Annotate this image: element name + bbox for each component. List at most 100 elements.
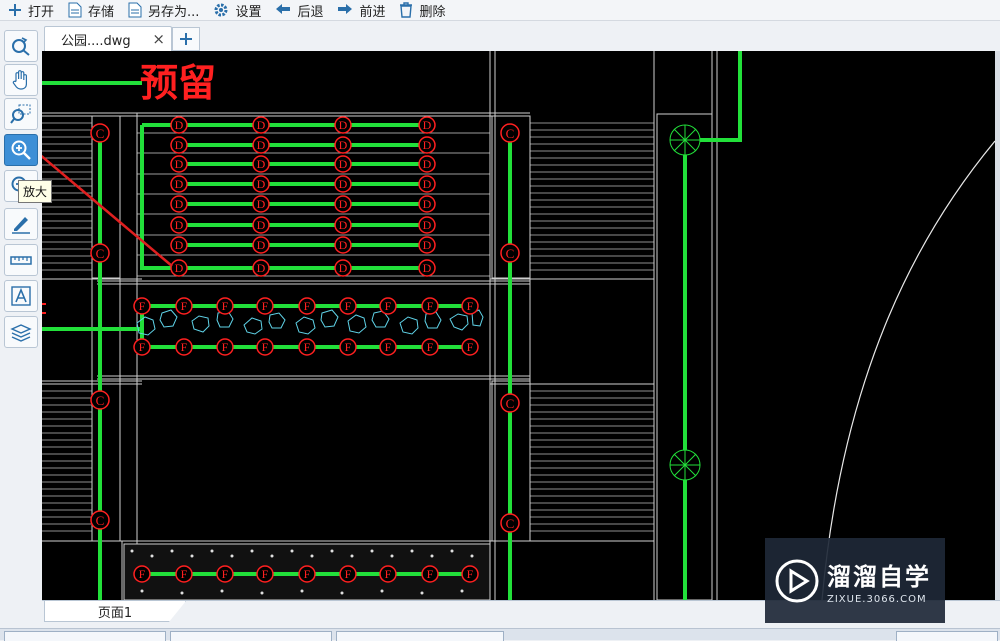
svg-text:D: D <box>339 218 348 232</box>
d-symbols: D D D DD D D DD D D DD D D DD D D DD D D DD D D DD D D D <box>170 116 436 277</box>
f-symbol: F <box>421 297 439 315</box>
save-as-button[interactable]: 另存为... <box>120 0 205 20</box>
zoom-previous-button[interactable] <box>4 30 38 62</box>
tab-page-1[interactable]: 页面1 <box>44 601 186 622</box>
svg-text:F: F <box>139 567 146 581</box>
d-symbol: D <box>334 116 352 134</box>
f-symbol: F <box>175 565 193 583</box>
layers-icon <box>10 324 32 342</box>
svg-text:D: D <box>339 238 348 252</box>
f-symbol: F <box>256 297 274 315</box>
d-symbol: D <box>334 175 352 193</box>
forward-button[interactable]: 前进 <box>329 0 391 20</box>
d-symbol: D <box>418 175 436 193</box>
delete-label: 删除 <box>419 4 446 20</box>
svg-text:F: F <box>139 299 146 313</box>
document-tab-bar: 公园....dwg × <box>42 24 1000 51</box>
taskbar-item[interactable] <box>336 631 504 641</box>
canvas-scroll-edge[interactable] <box>995 51 1000 600</box>
svg-text:F: F <box>262 340 269 354</box>
d-symbol: D <box>334 236 352 254</box>
d-symbol: D <box>334 216 352 234</box>
f-symbol: F <box>461 338 479 356</box>
zoom-in-button[interactable] <box>4 134 38 166</box>
d-symbol: D <box>418 259 436 277</box>
svg-text:D: D <box>423 157 432 171</box>
delete-button[interactable]: 删除 <box>391 0 451 20</box>
svg-text:F: F <box>304 340 311 354</box>
f-symbol: F <box>133 565 151 583</box>
back-button[interactable]: 后退 <box>267 0 329 20</box>
watermark-title: 溜溜自学 <box>827 562 931 591</box>
f-symbol: F <box>133 338 151 356</box>
close-tab-icon[interactable]: × <box>152 30 165 48</box>
save-button[interactable]: 存储 <box>60 0 120 20</box>
d-symbol: D <box>252 175 270 193</box>
svg-text:D: D <box>175 118 184 132</box>
zoom-in-icon <box>11 140 31 160</box>
svg-text:F: F <box>385 299 392 313</box>
svg-text:D: D <box>175 157 184 171</box>
taskbar-item[interactable] <box>170 631 332 641</box>
svg-text:D: D <box>423 177 432 191</box>
svg-text:D: D <box>339 261 348 275</box>
play-logo-icon <box>775 559 819 602</box>
svg-text:C: C <box>96 246 105 261</box>
f-symbols: F F F F F F F F F F F F F F F F F F F F F F F F F F F <box>133 297 479 583</box>
svg-text:D: D <box>175 177 184 191</box>
gear-icon <box>214 3 228 17</box>
svg-text:C: C <box>506 396 515 411</box>
f-symbol: F <box>379 338 397 356</box>
f-symbol: F <box>339 565 357 583</box>
watermark: 溜溜自学 ZIXUE.3066.COM <box>765 538 945 623</box>
main-toolbar: 打开 存储 另存为... 设置 后退 前进 删除 <box>0 0 1000 21</box>
taskbar-item[interactable] <box>4 631 166 641</box>
d-symbol: D <box>418 155 436 173</box>
d-symbol: D <box>252 216 270 234</box>
d-symbol: D <box>334 195 352 213</box>
layers-button[interactable] <box>4 316 38 348</box>
f-symbol: F <box>256 338 274 356</box>
watermark-url: ZIXUE.3066.COM <box>827 593 927 605</box>
zoom-window-button[interactable] <box>4 98 38 130</box>
d-symbol: D <box>418 236 436 254</box>
d-symbol: D <box>170 136 188 154</box>
add-tab-button[interactable] <box>172 27 200 51</box>
svg-text:C: C <box>506 246 515 261</box>
d-symbol: D <box>252 236 270 254</box>
taskbar-item[interactable] <box>896 631 998 641</box>
ruler-icon <box>10 256 32 265</box>
f-symbol: F <box>216 338 234 356</box>
svg-text:F: F <box>385 567 392 581</box>
open-button[interactable]: 打开 <box>0 0 60 20</box>
svg-text:F: F <box>181 299 188 313</box>
settings-button[interactable]: 设置 <box>205 0 267 20</box>
f-symbol: F <box>379 565 397 583</box>
cad-drawing-canvas[interactable]: C C C C C C C C DDDDDDDDDDDDDDDDDDDDDDDD… <box>42 51 995 600</box>
d-symbol: D <box>170 259 188 277</box>
text-tool-button[interactable] <box>4 280 38 312</box>
save-label: 存储 <box>88 4 115 20</box>
pen-button[interactable] <box>4 208 38 240</box>
boundary-curve <box>821 140 995 600</box>
svg-text:F: F <box>345 299 352 313</box>
svg-text:F: F <box>345 567 352 581</box>
zoom-in-tooltip: 放大 <box>18 180 53 203</box>
svg-text:D: D <box>339 197 348 211</box>
svg-text:C: C <box>96 393 105 408</box>
measure-button[interactable] <box>4 244 38 276</box>
svg-text:F: F <box>304 299 311 313</box>
tab-drawing-file[interactable]: 公园....dwg × <box>44 26 172 51</box>
f-symbol: F <box>175 338 193 356</box>
pan-button[interactable] <box>4 64 38 96</box>
d-symbol: D <box>252 155 270 173</box>
pen-icon <box>12 217 30 234</box>
svg-text:D: D <box>175 261 184 275</box>
f-symbol: F <box>298 338 316 356</box>
f-symbol: F <box>256 565 274 583</box>
plus-icon <box>9 4 21 16</box>
svg-text:D: D <box>257 118 266 132</box>
svg-text:C: C <box>506 126 515 141</box>
svg-text:D: D <box>175 218 184 232</box>
hand-icon <box>12 70 27 90</box>
